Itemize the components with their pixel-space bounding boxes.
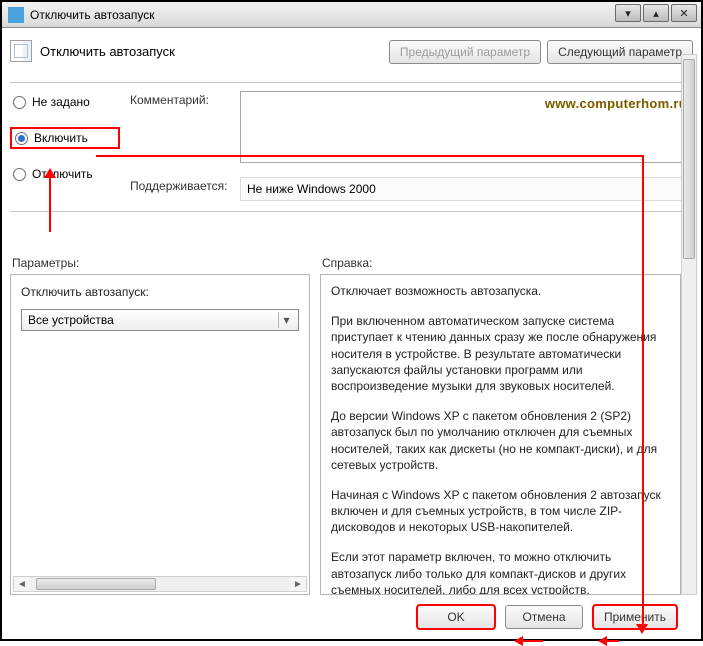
help-paragraph: Отключает возможность автозапуска. [331,283,670,299]
radio-label: Включить [34,131,88,145]
annotation-line [523,640,543,642]
prev-setting-button[interactable]: Предыдущий параметр [389,40,541,64]
dropdown-value: Все устройства [28,313,114,327]
radio-label: Отключить [32,167,93,181]
cancel-button[interactable]: Отмена [505,605,583,629]
scrollbar-thumb[interactable] [683,59,695,259]
scroll-left-icon[interactable]: ◄ [14,577,30,591]
annotation-line [49,178,51,232]
ok-button[interactable]: OK [417,605,495,629]
help-heading: Справка: [320,252,681,274]
annotation-line [642,155,644,629]
help-paragraph: Если этот параметр включен, то можно отк… [331,549,670,595]
scrollbar-track[interactable] [30,577,290,591]
vertical-scrollbar[interactable] [681,54,697,595]
radio-label: Не задано [32,95,90,109]
chevron-down-icon: ▾ [278,312,294,328]
apply-button[interactable]: Применить [593,605,677,629]
help-paragraph: До версии Windows XP с пакетом обновлени… [331,408,670,473]
scrollbar-thumb[interactable] [36,578,156,590]
options-pane: Отключить автозапуск: Все устройства ▾ ◄… [10,274,310,595]
options-heading: Параметры: [10,252,310,274]
radio-icon [15,132,28,145]
annotation-arrow-icon [44,168,56,178]
annotation-arrow-icon [598,636,607,646]
radio-disabled[interactable]: Отключить [10,165,120,183]
autorun-target-dropdown[interactable]: Все устройства ▾ [21,309,299,331]
separator [10,211,693,212]
horizontal-scrollbar[interactable]: ◄ ► [13,576,307,592]
annotation-line [96,155,642,157]
app-icon [8,7,24,23]
radio-enabled[interactable]: Включить [10,127,120,149]
help-paragraph: Начиная с Windows XP с пакетом обновлени… [331,487,670,536]
maximize-button[interactable]: ▴ [643,4,669,22]
titlebar: Отключить автозапуск ▾ ▴ ✕ [2,2,701,28]
separator [10,82,693,83]
help-paragraph: При включенном автоматическом запуске си… [331,313,670,394]
minimize-button[interactable]: ▾ [615,4,641,22]
radio-not-configured[interactable]: Не задано [10,93,120,111]
radio-icon [13,96,26,109]
close-button[interactable]: ✕ [671,4,697,22]
supported-label: Поддерживается: [130,177,230,193]
options-field-label: Отключить автозапуск: [21,285,299,299]
next-setting-button[interactable]: Следующий параметр [547,40,693,64]
comment-label: Комментарий: [130,91,230,107]
help-pane: Отключает возможность автозапуска. При в… [320,274,681,595]
annotation-arrow-icon [636,624,648,634]
watermark: www.computerhom.ru [545,96,687,111]
radio-icon [13,168,26,181]
policy-title: Отключить автозапуск [40,44,175,59]
annotation-line [607,640,619,642]
window-title: Отключить автозапуск [30,8,154,22]
annotation-arrow-icon [514,636,523,646]
policy-icon [10,40,32,62]
scroll-right-icon[interactable]: ► [290,577,306,591]
supported-value: Не ниже Windows 2000 [240,177,693,201]
